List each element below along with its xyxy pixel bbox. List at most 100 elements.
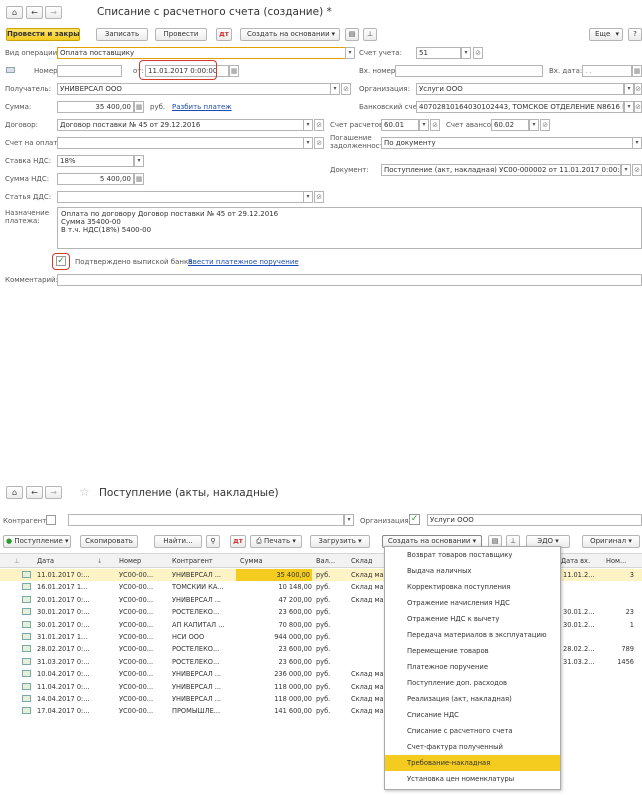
col-in-number[interactable]: Ном... — [606, 557, 626, 565]
dt-kt-icon[interactable]: дт — [230, 535, 246, 548]
menu-item[interactable]: Требование-накладная — [385, 755, 560, 771]
in-date-field[interactable]: . . — [582, 65, 632, 77]
more-button[interactable]: Еще ▾ — [589, 28, 623, 41]
vat-sum-field[interactable]: 5 400,00 — [57, 173, 134, 185]
bank-confirmed-checkbox[interactable]: ✓ — [56, 256, 66, 266]
advance-account-field[interactable]: 60.02 — [491, 119, 529, 131]
forward-icon[interactable]: → — [45, 486, 62, 499]
op-type-select[interactable]: Оплата поставщику — [57, 47, 346, 59]
col-number[interactable]: Номер — [119, 557, 141, 565]
purpose-textarea[interactable]: Оплата по договору Договор поставки № 45… — [57, 207, 642, 249]
open-advance-account-icon[interactable]: ⊘ — [540, 119, 550, 131]
org-dropdown[interactable]: ▾ — [624, 83, 634, 95]
comment-field[interactable] — [57, 274, 642, 286]
recipient-field[interactable]: УНИВЕРСАЛ ООО — [57, 83, 331, 95]
sum-field[interactable]: 35 400,00 — [57, 101, 134, 113]
vat-rate-dropdown[interactable]: ▾ — [134, 155, 144, 167]
create-receipt-button[interactable]: ● Поступление ▾ — [3, 535, 71, 548]
menu-item[interactable]: Перемещение товаров — [385, 643, 560, 659]
dt-kt-icon[interactable]: дт — [216, 28, 232, 41]
menu-item[interactable]: Списание с расчетного счета — [385, 723, 560, 739]
back-icon[interactable]: ← — [26, 6, 43, 19]
enter-payment-order-link[interactable]: Ввести платежное поручение — [188, 258, 299, 266]
calculator-icon[interactable]: ▦ — [134, 101, 144, 113]
menu-item[interactable]: Установка цен номенклатуры — [385, 771, 560, 787]
dds-field[interactable] — [57, 191, 304, 203]
menu-item[interactable]: Отражение НДС к вычету — [385, 611, 560, 627]
col-sum[interactable]: Сумма — [240, 557, 263, 565]
menu-item[interactable]: Выдача наличных — [385, 563, 560, 579]
in-number-field[interactable] — [395, 65, 543, 77]
attachment-icon[interactable]: ⊥ — [363, 28, 377, 41]
contract-field[interactable]: Договор поставки № 45 от 29.12.2016 — [57, 119, 304, 131]
forward-icon[interactable]: → — [45, 6, 62, 19]
col-in-date[interactable]: Дата вх. — [561, 557, 590, 565]
favorite-star-icon[interactable]: ☆ — [79, 485, 90, 499]
settle-account-dropdown[interactable]: ▾ — [419, 119, 429, 131]
create-basis-button[interactable]: Создать на основании ▾ — [240, 28, 340, 41]
calendar-icon[interactable]: ▦ — [229, 65, 239, 77]
menu-item[interactable]: Платежное поручение — [385, 659, 560, 675]
col-currency[interactable]: Вал... — [316, 557, 335, 565]
contractor-checkbox[interactable] — [46, 515, 56, 525]
menu-item[interactable]: Передача материалов в эксплуатацию — [385, 627, 560, 643]
open-bank-account-icon[interactable]: ⊘ — [634, 101, 642, 113]
vat-calculator-icon[interactable]: ▦ — [134, 173, 144, 185]
open-contract-icon[interactable]: ⊘ — [314, 119, 324, 131]
home-icon[interactable]: ⌂ — [6, 6, 23, 19]
menu-item[interactable]: Корректировка поступления — [385, 579, 560, 595]
original-button[interactable]: Оригинал ▾ — [582, 535, 640, 548]
repay-dropdown[interactable]: ▾ — [632, 137, 642, 149]
repay-select[interactable]: По документу — [381, 137, 633, 149]
open-document-icon[interactable]: ⊘ — [632, 164, 642, 176]
print-button[interactable]: ⎙ Печать ▾ — [250, 535, 302, 548]
op-type-dropdown[interactable]: ▾ — [345, 47, 355, 59]
open-org-icon[interactable]: ⊘ — [634, 83, 642, 95]
org-filter-checkbox[interactable]: ✓ — [409, 514, 420, 525]
settle-account-field[interactable]: 60.01 — [381, 119, 419, 131]
account-dropdown[interactable]: ▾ — [461, 47, 471, 59]
menu-item[interactable]: Возврат товаров поставщику — [385, 547, 560, 563]
menu-item[interactable]: Поступление доп. расходов — [385, 675, 560, 691]
bank-account-dropdown[interactable]: ▾ — [624, 101, 634, 113]
save-button[interactable]: Записать — [96, 28, 148, 41]
upload-button[interactable]: Загрузить ▾ — [310, 535, 370, 548]
menu-item[interactable]: Отражение начисления НДС — [385, 595, 560, 611]
list-org-field[interactable]: Услуги ООО — [427, 514, 642, 526]
contractor-dropdown[interactable]: ▾ — [344, 514, 354, 526]
vat-rate-field[interactable]: 18% — [57, 155, 134, 167]
bank-account-field[interactable]: 40702810164030102443, ТОМСКОЕ ОТДЕЛЕНИЕ … — [416, 101, 624, 113]
open-dds-icon[interactable]: ⊘ — [314, 191, 324, 203]
col-date[interactable]: Дата — [37, 557, 54, 565]
col-warehouse[interactable]: Склад — [351, 557, 372, 565]
post-and-close-button[interactable]: Провести и закрыть — [6, 28, 80, 41]
open-settle-account-icon[interactable]: ⊘ — [430, 119, 440, 131]
copy-button[interactable]: Скопировать — [80, 535, 138, 548]
open-recipient-icon[interactable]: ⊘ — [341, 83, 351, 95]
number-field[interactable] — [57, 65, 122, 77]
contract-dropdown[interactable]: ▾ — [303, 119, 313, 131]
advance-account-dropdown[interactable]: ▾ — [529, 119, 539, 131]
open-invoice-icon[interactable]: ⊘ — [314, 137, 324, 149]
menu-item[interactable]: Счет-фактура полученный — [385, 739, 560, 755]
menu-item[interactable]: Реализация (акт, накладная) — [385, 691, 560, 707]
recipient-dropdown[interactable]: ▾ — [330, 83, 340, 95]
col-contractor[interactable]: Контрагент — [172, 557, 213, 565]
help-button[interactable]: ? — [628, 28, 642, 41]
report-icon[interactable]: ▤ — [345, 28, 359, 41]
in-date-calendar-icon[interactable]: ▦ — [632, 65, 642, 77]
menu-item[interactable]: Списание НДС — [385, 707, 560, 723]
account-field[interactable]: 51 — [416, 47, 461, 59]
document-dropdown[interactable]: ▾ — [621, 164, 631, 176]
find-button[interactable]: Найти... — [154, 535, 202, 548]
invoice-dropdown[interactable]: ▾ — [303, 137, 313, 149]
contractor-field[interactable] — [68, 514, 344, 526]
post-button[interactable]: Провести — [155, 28, 207, 41]
invoice-field[interactable] — [57, 137, 304, 149]
split-payment-link[interactable]: Разбить платеж — [172, 103, 232, 111]
document-field[interactable]: Поступление (акт, накладная) УС00-000002… — [381, 164, 621, 176]
open-account-icon[interactable]: ⊘ — [473, 47, 483, 59]
search-icon[interactable]: ⚲ — [206, 535, 220, 548]
dds-dropdown[interactable]: ▾ — [303, 191, 313, 203]
back-icon[interactable]: ← — [26, 486, 43, 499]
